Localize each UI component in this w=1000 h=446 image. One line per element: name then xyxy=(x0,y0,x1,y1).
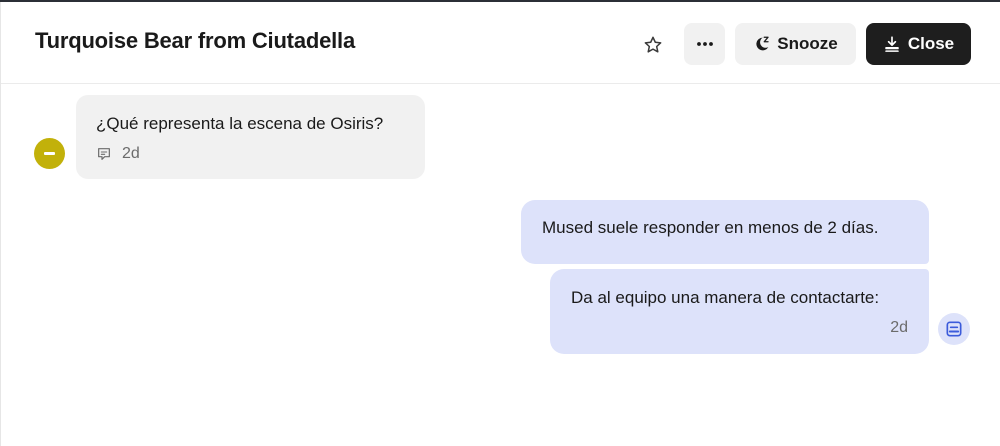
outgoing-message-bubble: Mused suele responder en menos de 2 días… xyxy=(521,200,929,264)
more-options-button[interactable] xyxy=(684,23,725,65)
outgoing-message-text: Mused suele responder en menos de 2 días… xyxy=(542,218,879,237)
close-label: Close xyxy=(907,34,955,53)
star-button[interactable] xyxy=(634,24,672,66)
download-tray-icon xyxy=(885,36,899,52)
incoming-message-bubble: ¿Qué representa la escena de Osiris? 2d xyxy=(76,95,425,179)
moon-z-icon xyxy=(756,36,769,51)
incoming-message-meta: 2d xyxy=(96,145,140,163)
outgoing-message-text: Da al equipo una manera de contactarte: xyxy=(571,288,880,307)
star-outline-icon xyxy=(644,36,662,53)
chat-bubble-icon xyxy=(98,148,110,160)
incoming-message-text: ¿Qué representa la escena de Osiris? xyxy=(96,114,384,133)
avatar-glyph xyxy=(44,152,55,155)
bot-author-badge[interactable] xyxy=(938,313,970,345)
snooze-label: Snooze xyxy=(777,34,838,53)
ellipsis-icon xyxy=(696,42,713,46)
conversation-title: Turquoise Bear from Ciutadella xyxy=(35,28,355,53)
customer-avatar[interactable] xyxy=(34,138,65,169)
bot-message-icon xyxy=(946,321,962,337)
incoming-message-time: 2d xyxy=(122,145,140,162)
snooze-button[interactable]: Snooze xyxy=(735,23,856,65)
conversation-header: Turquoise Bear from Ciutadella Snooze Cl… xyxy=(1,2,1000,84)
outgoing-message-bubble: Da al equipo una manera de contactarte: … xyxy=(550,269,929,354)
close-conversation-button[interactable]: Close xyxy=(866,23,971,65)
outgoing-message-time: 2d xyxy=(890,319,908,336)
